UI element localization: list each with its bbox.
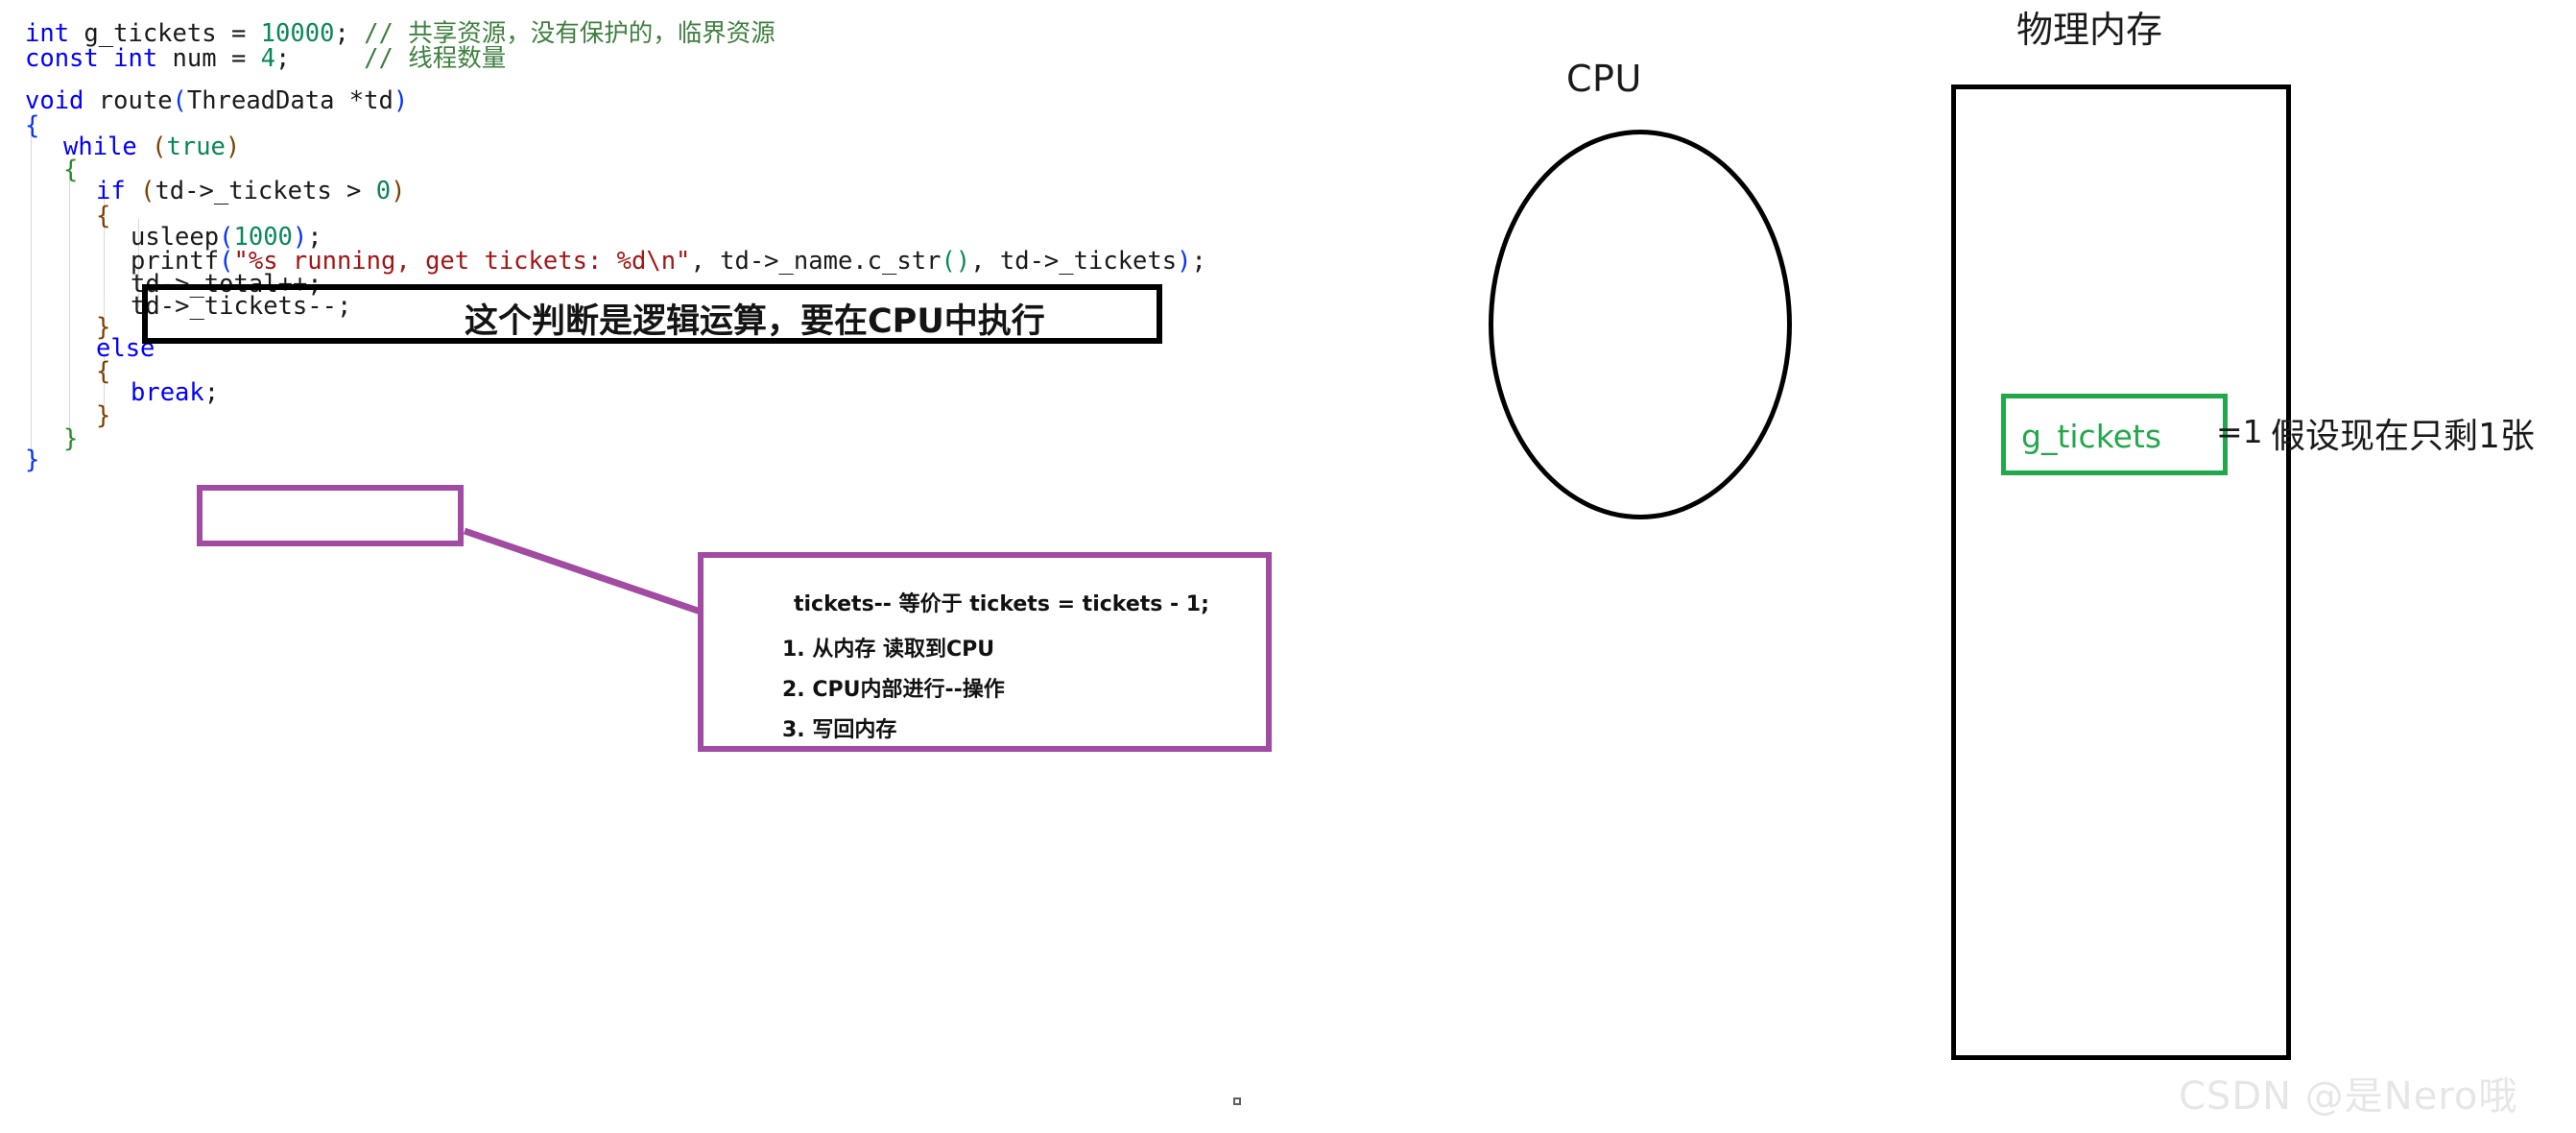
indent-guide-0	[31, 131, 32, 462]
code-line-l16: break;	[131, 378, 220, 407]
g-tickets-value: =1	[2216, 413, 2263, 450]
explanation-title: tickets-- 等价于 tickets = tickets - 1;	[794, 592, 1209, 616]
explanation-step-3: 3. 写回内存	[782, 718, 897, 742]
g-tickets-variable-name: g_tickets	[2021, 418, 2162, 455]
if-condition-callout-box: 这个判断是逻辑运算，要在CPU中执行	[142, 284, 1162, 344]
code-line-l18: }	[63, 424, 79, 453]
tickets-decrement-explanation-box: tickets-- 等价于 tickets = tickets - 1; 1. …	[698, 552, 1272, 752]
memory-note: 假设现在只剩1张	[2271, 417, 2535, 456]
csdn-watermark: CSDN @是Nero哦	[2179, 1074, 2518, 1119]
if-condition-callout-note: 这个判断是逻辑运算，要在CPU中执行	[465, 302, 1045, 341]
diagram-canvas: int g_tickets = 10000; // 共享资源，没有保护的，临界资…	[0, 0, 2576, 1133]
tickets-decrement-highlight-box	[197, 485, 464, 546]
indent-guide-1	[69, 175, 70, 439]
cpu-label: CPU	[1566, 58, 1642, 100]
cpu-oval-shape	[1489, 130, 1792, 519]
code-line-l6: {	[63, 156, 79, 184]
code-line-l1: int g_tickets = 10000; // 共享资源，没有保护的，临界资…	[25, 19, 775, 48]
code-line-l19: }	[25, 446, 40, 474]
code-line-l2: const int num = 4; // 线程数量	[25, 44, 507, 73]
code-line-l17: }	[96, 401, 111, 430]
code-line-l5: while (true)	[63, 133, 241, 161]
explanation-step-1: 1. 从内存 读取到CPU	[782, 638, 995, 662]
code-line-l3: void route(ThreadData *td)	[25, 86, 409, 115]
code-line-l8: {	[96, 202, 111, 230]
physical-memory-label: 物理内存	[2016, 9, 2163, 51]
code-line-l7: if (td->_tickets > 0)	[96, 177, 406, 205]
explanation-step-2: 2. CPU内部进行--操作	[782, 678, 1005, 702]
code-line-l15: {	[96, 357, 111, 386]
small-square-marker	[1233, 1097, 1241, 1105]
physical-memory-box	[1951, 84, 2291, 1060]
g-tickets-memory-cell: g_tickets	[2001, 394, 2228, 475]
code-line-l4: {	[25, 111, 40, 140]
